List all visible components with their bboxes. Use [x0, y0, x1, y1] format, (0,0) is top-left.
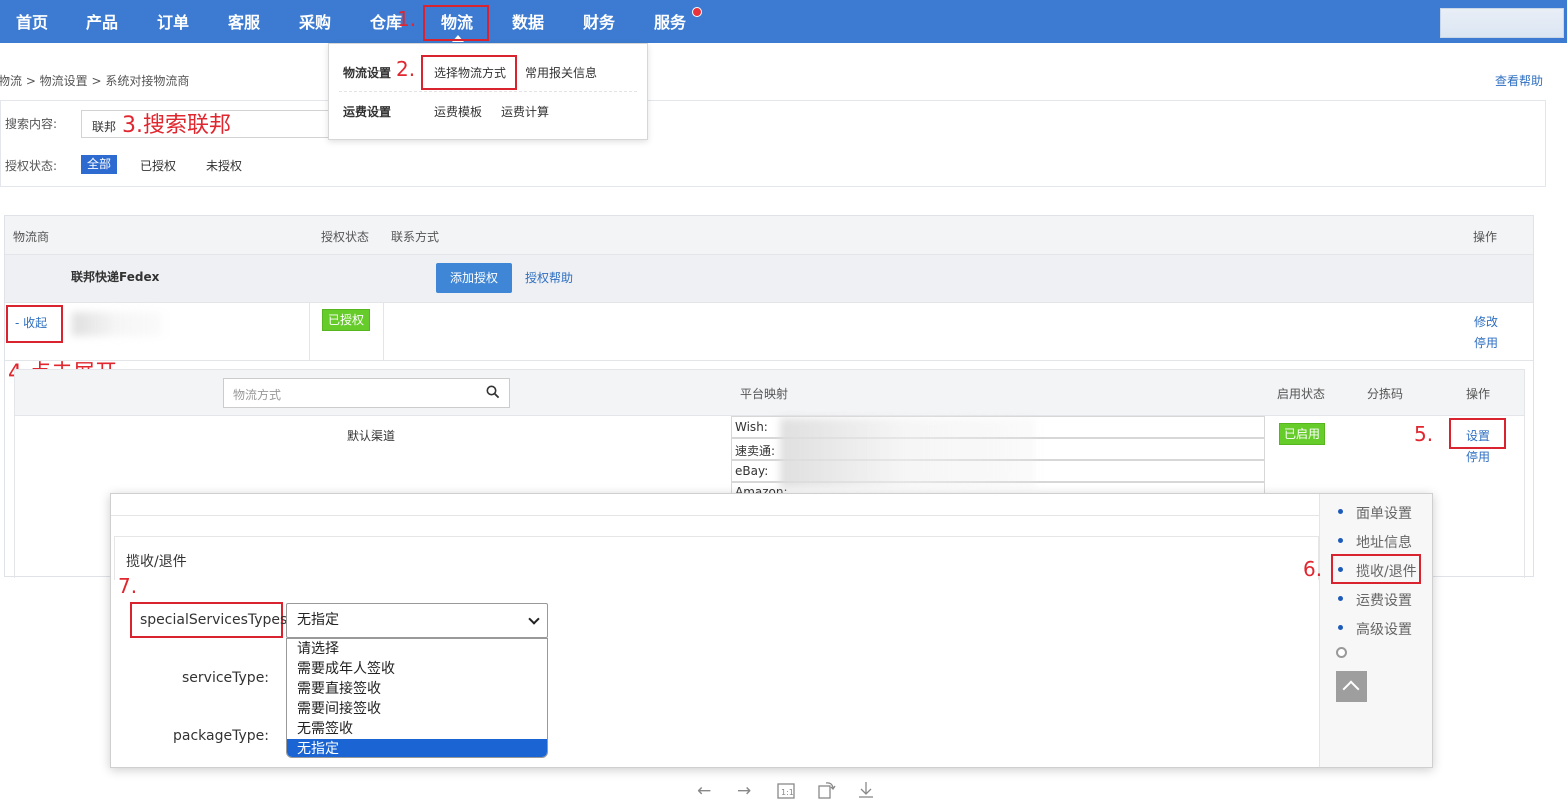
carrier-row: 联邦快递Fedex	[5, 255, 1533, 303]
section-title: 揽收/退件	[126, 554, 187, 570]
help-link[interactable]: 查看帮助	[1495, 72, 1543, 89]
th-ops: 操作	[1473, 230, 1498, 244]
menu-freight-calc[interactable]: 运费计算	[501, 103, 549, 120]
mapping-aliexpress-label: 速卖通:	[735, 444, 776, 458]
side-nav-dot	[1338, 596, 1343, 601]
th-carrier: 物流商	[13, 230, 50, 244]
redacted-account	[72, 312, 162, 336]
col-divider	[383, 303, 384, 361]
annotation-box-nav	[423, 5, 489, 41]
side-nav-dot	[1338, 625, 1343, 630]
side-nav-freight[interactable]: 运费设置	[1356, 590, 1412, 610]
option-direct-signature[interactable]: 需要直接签收	[287, 679, 547, 699]
th-contact: 联系方式	[391, 230, 440, 244]
annotation-6: 6.	[1303, 557, 1323, 581]
annotation-7: 7.	[118, 574, 138, 598]
col-divider	[309, 303, 310, 361]
modal-section-header: 揽收/退件	[114, 536, 1319, 580]
annotation-2: 2.	[396, 57, 416, 81]
nav-item-service[interactable]: 客服	[228, 0, 260, 43]
account-row	[5, 303, 1533, 361]
option-indirect-signature[interactable]: 需要间接签收	[287, 699, 547, 719]
option-please-select[interactable]: 请选择	[287, 639, 547, 659]
annotation-3: 3.搜索联邦	[122, 113, 231, 138]
th-sort-code: 分拣码	[1367, 387, 1404, 401]
annotation-box-pickup	[1331, 554, 1421, 584]
add-auth-button[interactable]: 添加授权	[436, 263, 512, 293]
filter-authorized[interactable]: 已授权	[140, 157, 176, 174]
special-services-select-value: 无指定	[297, 612, 339, 628]
redacted-mapping	[780, 418, 1035, 488]
search-input-value: 联邦	[92, 120, 117, 134]
side-nav-address[interactable]: 地址信息	[1356, 532, 1412, 552]
method-search-input[interactable]: 物流方式	[223, 378, 510, 408]
menu-divider	[339, 91, 637, 92]
special-services-label: specialServicesTypes	[140, 612, 288, 628]
special-services-options: 请选择 需要成年人签收 需要直接签收 需要间接签收 无需签收 无指定	[286, 638, 548, 758]
user-area[interactable]	[1440, 8, 1564, 38]
nav-item-products[interactable]: 产品	[86, 0, 118, 43]
rotate-icon[interactable]	[817, 780, 837, 805]
side-nav-dot	[1338, 538, 1343, 543]
th-enable-status: 启用状态	[1277, 387, 1326, 401]
enabled-badge: 已启用	[1279, 423, 1325, 445]
table-header-row: 物流商 授权状态 联系方式 操作	[5, 216, 1533, 255]
side-nav-end-icon	[1336, 647, 1347, 658]
nav-item-home[interactable]: 首页	[16, 0, 48, 43]
method-name: 默认渠道	[347, 429, 396, 443]
menu-freight-settings: 运费设置	[343, 105, 392, 119]
svg-text:1:1: 1:1	[781, 788, 794, 797]
side-nav-dot	[1338, 509, 1343, 514]
th-auth-status: 授权状态	[321, 230, 370, 244]
nav-item-services[interactable]: 服务	[654, 0, 686, 43]
menu-freight-template[interactable]: 运费模板	[434, 103, 482, 120]
auth-status-label: 授权状态:	[5, 159, 58, 173]
arrow-right-icon[interactable]: →	[737, 781, 751, 801]
special-services-select[interactable]: 无指定	[286, 603, 548, 638]
annotation-box-collapse	[6, 305, 63, 343]
filter-all[interactable]: 全部	[81, 155, 117, 174]
annotation-1: 1.	[397, 7, 417, 31]
arrow-left-icon[interactable]: ←	[697, 781, 711, 801]
top-nav-bar: 首页 产品 订单 客服 采购 仓库 物流 数据 财务 服务	[0, 0, 1567, 43]
nav-item-finance[interactable]: 财务	[583, 0, 615, 43]
nav-item-orders[interactable]: 订单	[157, 0, 189, 43]
method-search-placeholder: 物流方式	[233, 388, 282, 402]
menu-logistics-settings: 物流设置	[343, 66, 392, 80]
menu-customs-info[interactable]: 常用报关信息	[525, 64, 597, 81]
side-nav-advanced[interactable]: 高级设置	[1356, 619, 1412, 639]
disable-method-link[interactable]: 停用	[1466, 448, 1490, 465]
edit-link[interactable]: 修改	[1474, 313, 1498, 330]
modal-top-strip	[111, 494, 1319, 516]
option-no-signature[interactable]: 无需签收	[287, 719, 547, 739]
mapping-wish-label: Wish:	[735, 420, 768, 434]
th-method-ops: 操作	[1466, 387, 1491, 401]
nav-item-data[interactable]: 数据	[512, 0, 544, 43]
annotation-box-settings	[1449, 418, 1506, 449]
authorized-badge: 已授权	[322, 309, 370, 331]
service-type-label: serviceType:	[182, 670, 270, 686]
option-unspecified[interactable]: 无指定	[287, 739, 547, 757]
disable-account-link[interactable]: 停用	[1474, 334, 1498, 351]
nav-item-purchase[interactable]: 采购	[299, 0, 331, 43]
th-mapping: 平台映射	[740, 387, 789, 401]
side-nav-waybill[interactable]: 面单设置	[1356, 503, 1412, 523]
auth-help-link[interactable]: 授权帮助	[525, 269, 573, 286]
search-label: 搜索内容:	[5, 117, 58, 131]
notification-dot	[692, 7, 702, 17]
carrier-name: 联邦快递Fedex	[71, 270, 160, 284]
package-type-label: packageType:	[173, 728, 269, 744]
annotation-5: 5.	[1414, 422, 1434, 446]
breadcrumb: 物流 > 物流设置 > 系统对接物流商	[0, 74, 190, 88]
option-adult-signature[interactable]: 需要成年人签收	[287, 659, 547, 679]
annotation-box-choose-method	[421, 55, 517, 90]
search-icon[interactable]	[486, 385, 500, 402]
filter-unauthorized[interactable]: 未授权	[206, 157, 242, 174]
scroll-top-icon[interactable]	[1336, 671, 1367, 702]
mapping-ebay-label: eBay:	[735, 464, 769, 478]
